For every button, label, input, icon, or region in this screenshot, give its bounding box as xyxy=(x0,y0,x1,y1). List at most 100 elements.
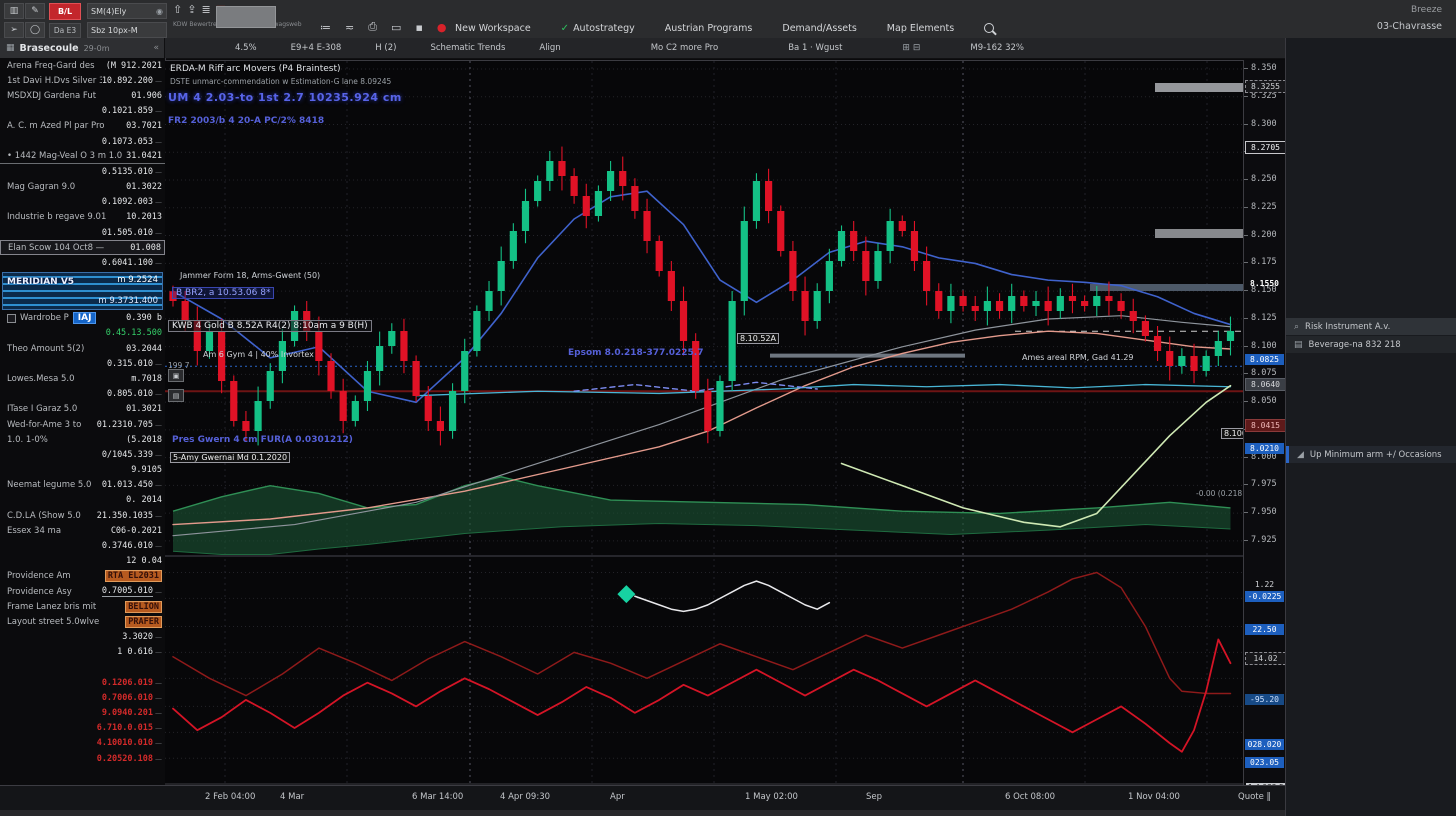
watch-row[interactable]: 0.5135.010— xyxy=(0,164,165,179)
watch-price-value: (5.2018 xyxy=(126,435,162,445)
chart-canvas[interactable] xyxy=(165,61,1243,786)
watch-price-value: 0.1206.019 xyxy=(102,678,153,688)
watch-row[interactable]: MSDXDJ Gardena Fut01.906 xyxy=(0,88,165,103)
magnifier-icon[interactable] xyxy=(984,23,994,33)
target-icon[interactable]: ◯ xyxy=(25,22,45,38)
watch-row[interactable]: 0.1073.053— xyxy=(0,134,165,149)
watch-row[interactable]: Lowes.Mesa 5.0m.7018 xyxy=(0,371,165,386)
watch-row[interactable]: 0/1045.339— xyxy=(0,447,165,462)
watch-row[interactable]: 0.1092.003— xyxy=(0,195,165,210)
watch-row[interactable]: 0.20520.108— xyxy=(0,751,165,766)
menu-item-new-workspace[interactable]: New Workspace xyxy=(455,23,531,34)
watch-row[interactable]: A. C. m Azed Pl par Pro03.7021 xyxy=(0,119,165,134)
watch-row-selected-symbol[interactable]: MERIDIAN V5m 9.2524m 9.3731.400 xyxy=(2,272,163,310)
watch-row[interactable]: ITase I Garaz 5.001.3021 xyxy=(0,402,165,417)
time-axis-label: 6 Oct 08:00 xyxy=(1005,792,1055,802)
time-axis-label: 1 Nov 04:00 xyxy=(1128,792,1180,802)
scale-combo[interactable]: Sbz 10px-M xyxy=(87,22,167,38)
collapse-icon[interactable]: « xyxy=(153,43,159,53)
watch-row[interactable]: 0.7006.010— xyxy=(0,690,165,705)
axis-tick-mark xyxy=(1244,540,1248,541)
menu-item-austrian-programs[interactable]: Austrian Programs xyxy=(665,23,753,34)
watch-row[interactable]: 4.10010.010— xyxy=(0,736,165,751)
checkbox-icon[interactable] xyxy=(7,314,16,323)
toolbar2-mid2-label[interactable]: Ba 1 · Wgust xyxy=(788,43,842,53)
watch-row[interactable]: 9.0940.201— xyxy=(0,706,165,721)
tick-mark: — xyxy=(155,755,162,763)
chat-icon[interactable]: ▭ xyxy=(391,21,401,34)
order-mode-button[interactable]: Da E3 xyxy=(49,23,81,38)
toolbar2-cell-3[interactable]: Schematic Trends xyxy=(430,43,505,53)
time-axis[interactable]: 2 Feb 04:004 Mar6 Mar 14:004 Apr 09:30Ap… xyxy=(0,785,1285,811)
watch-row[interactable]: 6.710.0.015— xyxy=(0,721,165,736)
menu-item-demand-assets[interactable]: Demand/Assets xyxy=(782,23,856,34)
watch-row[interactable]: Industrie b regave 9.0110.2013 xyxy=(0,210,165,225)
watch-row[interactable]: 1st Davi H.Dvs Silver 3 m10.892.200— xyxy=(0,73,165,88)
tick-mark: — xyxy=(155,648,162,656)
menu-item-autostrategy[interactable]: ✓Autostrategy xyxy=(561,23,635,34)
watch-row[interactable]: 0.1206.019— xyxy=(0,675,165,690)
watch-row[interactable]: 9.9105 xyxy=(0,463,165,478)
toolbar2-cell-4[interactable]: Align xyxy=(539,43,560,53)
watch-row[interactable]: Providence AmRTA EL2031 xyxy=(0,569,165,584)
watch-row[interactable]: • 1442 Mag-Veal O 3 m 1.031.0421 xyxy=(0,149,165,164)
watch-row[interactable]: Wardrobe PIAJ0.390 b xyxy=(0,311,165,326)
watch-row[interactable]: 0. 2014 xyxy=(0,493,165,508)
toolbar2-mid-label[interactable]: Mo C2 more Pro xyxy=(651,43,719,53)
watch-row[interactable]: Mag Gagran 9.001.3022 xyxy=(0,180,165,195)
watch-price-value: 10.2013 xyxy=(126,212,162,222)
watch-row[interactable]: 0.1021.859— xyxy=(0,104,165,119)
right-panel-item-1[interactable]: ⌕Risk Instrument A.v. xyxy=(1286,318,1456,335)
equalizer-icon[interactable]: ≂ xyxy=(345,21,354,34)
arrow-up-bold-icon[interactable]: ⇪ xyxy=(187,3,196,16)
right-panel-pinned-item[interactable]: ◢Up Minimum arm +/ Occasions xyxy=(1286,446,1456,463)
watch-row[interactable]: 0.6041.100— xyxy=(0,255,165,270)
arrow-up-icon[interactable]: ⇧ xyxy=(173,3,182,16)
watch-row[interactable]: Frame Lanez bris mitBELION xyxy=(0,599,165,614)
list-icon[interactable]: ≣ xyxy=(201,3,210,16)
watch-row[interactable]: 12 0.04 xyxy=(0,554,165,569)
printer-icon[interactable]: ⎙ xyxy=(368,20,377,34)
chart-area[interactable]: ERDA-M Riff arc Movers (P4 Braintest)DST… xyxy=(165,60,1243,786)
bell-icon[interactable]: ● xyxy=(437,21,447,34)
price-axis[interactable]: 1.4 032.5 8.3508.3258.3008.2758.2508.225… xyxy=(1243,60,1286,810)
symbol-ask: m 9.3731.400 xyxy=(98,296,158,306)
cursor-icon[interactable]: ➢ xyxy=(4,22,24,38)
right-panel: ⌕Risk Instrument A.v.▤Beverage-na 832 21… xyxy=(1285,38,1456,816)
watch-row[interactable]: Neemat legume 5.001.013.450— xyxy=(0,478,165,493)
pencil-icon[interactable]: ✎ xyxy=(25,3,45,19)
toolbar2-cell-0[interactable]: 4.5% xyxy=(235,43,257,53)
toolbar2-cell-2[interactable]: H (2) xyxy=(375,43,396,53)
watch-row[interactable] xyxy=(0,660,165,675)
watchlist-header[interactable]: ▦ Brasecoule 29-0m « xyxy=(0,38,165,58)
axis-tick-label: 8.075 xyxy=(1251,368,1277,378)
watch-row[interactable]: Essex 34 maC06-0.2021 xyxy=(0,523,165,538)
watch-row[interactable]: Layout street 5.0wlvePRAFER xyxy=(0,614,165,629)
watch-row[interactable]: 01.505.010— xyxy=(0,225,165,240)
stop-icon[interactable]: ▪ xyxy=(415,21,422,34)
watch-row[interactable]: 0.3746.010— xyxy=(0,538,165,553)
sell-button[interactable]: B/L xyxy=(49,3,81,20)
watch-row[interactable]: C.D.LA (Show 5.021.350.1035— xyxy=(0,508,165,523)
watch-row[interactable]: Wed-for-Ame 3 to01.2310.705— xyxy=(0,417,165,432)
watch-row[interactable]: 3.3020— xyxy=(0,630,165,645)
watch-row[interactable]: 1 0.616— xyxy=(0,645,165,660)
watch-row[interactable]: 0.45.13.500 xyxy=(0,326,165,341)
grid-toggle-icons[interactable]: ⊞ ⊟ xyxy=(902,43,920,53)
watch-row[interactable]: Elan Scow 104 Oct8 —01.008 xyxy=(0,240,165,255)
watch-row[interactable]: 0.805.010— xyxy=(0,387,165,402)
menu-item-map-elements[interactable]: Map Elements xyxy=(887,23,954,34)
chart-icon[interactable]: ▥ xyxy=(4,3,24,19)
watch-row[interactable]: 0.315.010— xyxy=(0,356,165,371)
watch-row[interactable]: Arena Freq-Gard des(M 912.2021 xyxy=(0,58,165,73)
quick-search-input[interactable] xyxy=(216,6,276,28)
layers-icon[interactable]: ≔ xyxy=(320,21,331,34)
watch-row[interactable]: Theo Amount 5(2)03.2044 xyxy=(0,341,165,356)
watch-row[interactable]: Providence Asy0.7005.010— xyxy=(0,584,165,599)
toolbar2-cell-1[interactable]: E9+4 E-308 xyxy=(291,43,342,53)
symbol-combo-value: SM(4)Ely xyxy=(91,7,126,16)
right-panel-item-2[interactable]: ▤Beverage-na 832 218 xyxy=(1286,336,1456,353)
symbol-combo[interactable]: SM(4)Ely ◉ xyxy=(87,3,167,19)
watch-price-value: m.7018 xyxy=(131,374,162,384)
watch-row[interactable]: 1.0. 1-0%(5.2018 xyxy=(0,432,165,447)
